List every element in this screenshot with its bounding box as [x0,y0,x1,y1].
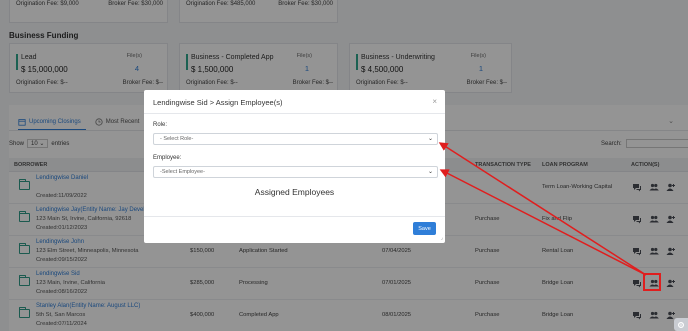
chevron-down-icon: ⌄ [427,169,433,175]
employee-select[interactable]: -Select Employee- ⌄ [153,166,438,178]
close-icon[interactable]: × [432,97,437,106]
role-select[interactable]: - Select Role- ⌄ [153,133,438,145]
annotation-highlight-box [643,273,661,291]
assign-employee-modal: Lendingwise Sid > Assign Employee(s) × R… [144,90,445,243]
modal-footer-divider [144,216,445,217]
employee-label: Employee: [153,155,182,161]
chevron-down-icon: ⌄ [427,136,433,142]
gear-icon [678,321,684,328]
assigned-employees-heading: Assigned Employees [254,187,335,197]
help-fab[interactable] [674,318,688,331]
role-select-value: - Select Role- [160,136,194,142]
save-button[interactable]: Save [413,222,436,235]
modal-title: Lendingwise Sid > Assign Employee(s) [153,98,283,107]
role-label: Role: [153,122,168,128]
resize-handle-icon[interactable]: ⌟ [441,235,443,241]
modal-header-divider [144,113,445,114]
employee-select-value: -Select Employee- [160,169,205,175]
